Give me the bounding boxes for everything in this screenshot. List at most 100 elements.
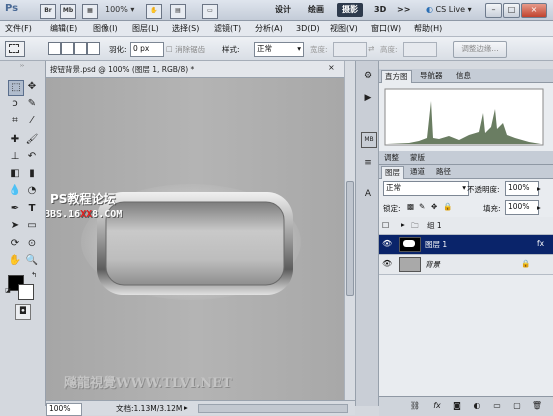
feather-input[interactable]: 0 px xyxy=(130,42,164,57)
close-button[interactable]: × xyxy=(521,3,547,18)
menu-layer[interactable]: 图层(L) xyxy=(132,23,159,35)
background-color-swatch[interactable] xyxy=(18,284,34,300)
opacity-dropdown-icon[interactable]: ▸ xyxy=(537,184,541,193)
brush-presets-panel-icon[interactable]: ≡ xyxy=(361,156,375,170)
menu-help[interactable]: 帮助(H) xyxy=(414,23,442,35)
eye-icon[interactable]: 👁 xyxy=(382,239,392,248)
refine-edge-button[interactable]: 调整边缘... xyxy=(453,41,507,58)
type-tool-icon[interactable]: T xyxy=(25,202,39,216)
layer-row-layer-1[interactable]: 👁 图层 1 fx xyxy=(379,235,553,255)
height-input[interactable] xyxy=(403,42,437,57)
lock-transparent-icon[interactable]: ▩ xyxy=(407,202,414,211)
dodge-tool-icon[interactable]: ◔ xyxy=(25,184,39,198)
menu-edit[interactable]: 编辑(E) xyxy=(50,23,77,35)
menu-filter[interactable]: 滤镜(T) xyxy=(214,23,241,35)
lock-position-icon[interactable]: ✥ xyxy=(431,202,437,211)
fill-dropdown-icon[interactable]: ▸ xyxy=(537,203,541,212)
quick-selection-tool-icon[interactable]: ✎ xyxy=(25,97,39,111)
pen-tool-icon[interactable]: ✒ xyxy=(8,202,22,216)
hand-tool-icon[interactable]: ✋ xyxy=(146,4,162,19)
tab-info[interactable]: 信息 xyxy=(453,70,474,82)
cs-live-button[interactable]: ◐ CS Live ▾ xyxy=(426,3,472,17)
menu-3d[interactable]: 3D(D) xyxy=(296,23,320,35)
horizontal-scrollbar[interactable] xyxy=(198,404,348,413)
gradient-tool-icon[interactable]: ▮ xyxy=(25,167,39,181)
intersect-selection-button[interactable] xyxy=(87,42,100,55)
document-canvas[interactable]: PS教程论坛 BBS.16XX8.COM 飚龍視覺WWW.TLVI.NET xyxy=(46,78,344,400)
menu-analysis[interactable]: 分析(A) xyxy=(255,23,283,35)
minimize-button[interactable]: – xyxy=(485,3,502,18)
workspace-painting[interactable]: 绘画 xyxy=(303,3,329,17)
actions-panel-icon[interactable]: ▶ xyxy=(361,91,375,105)
tab-navigator[interactable]: 导航器 xyxy=(417,70,446,82)
move-tool-icon[interactable]: ✥ xyxy=(25,80,39,94)
history-panel-icon[interactable]: ⚙ xyxy=(361,69,375,83)
tab-histogram[interactable]: 直方图 xyxy=(381,70,412,83)
maximize-button[interactable]: □ xyxy=(503,3,520,18)
lasso-tool-icon[interactable]: ↄ xyxy=(8,97,22,111)
new-layer-icon[interactable]: ▢ xyxy=(511,400,523,412)
antialias-checkbox[interactable]: ☐ 消除锯齿 xyxy=(166,44,205,55)
add-layer-style-icon[interactable]: fx xyxy=(431,400,443,412)
expand-arrow-icon[interactable]: ▸ xyxy=(401,220,405,229)
mini-bridge-icon[interactable]: Mb xyxy=(60,4,76,19)
workspace-design[interactable]: 设计 xyxy=(270,3,296,17)
blend-mode-select[interactable]: 正常 ▾ xyxy=(383,181,469,196)
3d-orbit-tool-icon[interactable]: ⊙ xyxy=(25,237,39,251)
fill-input[interactable]: 100% xyxy=(505,200,539,215)
lock-image-icon[interactable]: ✎ xyxy=(419,202,425,211)
tab-adjustments[interactable]: 调整 xyxy=(381,152,402,164)
healing-brush-tool-icon[interactable]: ✚ xyxy=(8,133,22,147)
blur-tool-icon[interactable]: 💧 xyxy=(8,184,22,198)
path-selection-tool-icon[interactable]: ➤ xyxy=(8,219,22,233)
tab-paths[interactable]: 路径 xyxy=(433,166,454,178)
layer-style-icon[interactable]: fx xyxy=(537,239,544,248)
lock-all-icon[interactable]: 🔒 xyxy=(443,202,452,211)
close-icon[interactable]: × xyxy=(328,63,335,72)
zoom-level-dropdown[interactable]: 100% ▾ xyxy=(105,4,134,16)
style-select[interactable]: 正常 ▾ xyxy=(254,42,304,57)
mini-bridge-panel-icon[interactable]: MB xyxy=(361,132,377,148)
arrange-documents-icon[interactable]: ▤ xyxy=(170,4,186,19)
menu-select[interactable]: 选择(S) xyxy=(172,23,199,35)
bridge-icon[interactable]: Br xyxy=(40,4,56,19)
default-colors-icon[interactable]: ◪ xyxy=(4,287,12,295)
view-extras-icon[interactable]: ▦ xyxy=(82,4,98,19)
eyedropper-tool-icon[interactable]: ⁄ xyxy=(25,114,39,128)
menu-view[interactable]: 视图(V) xyxy=(330,23,358,35)
add-to-selection-button[interactable] xyxy=(61,42,74,55)
shape-tool-icon[interactable]: ▭ xyxy=(25,219,39,233)
history-brush-tool-icon[interactable]: ↶ xyxy=(25,150,39,164)
hand-tool-icon[interactable]: ✋ xyxy=(8,254,22,268)
new-group-icon[interactable]: ▭ xyxy=(491,400,503,412)
menu-image[interactable]: 图像(I) xyxy=(93,23,118,35)
opacity-input[interactable]: 100% xyxy=(505,181,539,196)
subtract-from-selection-button[interactable] xyxy=(74,42,87,55)
link-layers-icon[interactable]: ⛓ xyxy=(409,400,421,412)
eraser-tool-icon[interactable]: ◧ xyxy=(8,167,22,181)
clone-stamp-tool-icon[interactable]: ⊥ xyxy=(8,150,22,164)
width-input[interactable] xyxy=(333,42,367,57)
delete-layer-icon[interactable]: 🗑 xyxy=(531,400,543,412)
brush-tool-icon[interactable]: 🖌 xyxy=(25,133,39,147)
visibility-box[interactable]: ☐ xyxy=(382,221,389,230)
quick-mask-icon[interactable]: ◘ xyxy=(15,304,31,320)
document-tab[interactable]: 按钮背景.psd @ 100% (图层 1, RGB/8) * × xyxy=(46,61,344,78)
tab-masks[interactable]: 蒙版 xyxy=(407,152,428,164)
add-mask-icon[interactable]: ◙ xyxy=(451,400,463,412)
layer-row-background[interactable]: 👁 背景 🔒 xyxy=(379,255,553,275)
menu-file[interactable]: 文件(F) xyxy=(5,23,32,35)
adjustment-layer-icon[interactable]: ◐ xyxy=(471,400,483,412)
layer-row-group-1[interactable]: ☐ ▸ 🗀 组 1 xyxy=(379,217,553,235)
toolbar-collapse-icon[interactable]: ›› xyxy=(2,63,42,69)
new-selection-button[interactable] xyxy=(48,42,61,55)
workspace-3d[interactable]: 3D xyxy=(369,3,391,17)
swap-icon[interactable]: ⇄ xyxy=(368,44,374,53)
tool-preset-picker[interactable] xyxy=(5,41,25,57)
swap-colors-icon[interactable]: ↰ xyxy=(30,271,38,279)
tab-layers[interactable]: 图层 xyxy=(381,166,404,179)
crop-tool-icon[interactable]: ⌗ xyxy=(8,114,22,128)
rectangular-marquee-tool-icon[interactable]: ⬚ xyxy=(8,80,24,96)
status-menu-arrow[interactable]: ▸ xyxy=(184,403,188,412)
more-workspaces-button[interactable]: >> xyxy=(392,3,415,17)
